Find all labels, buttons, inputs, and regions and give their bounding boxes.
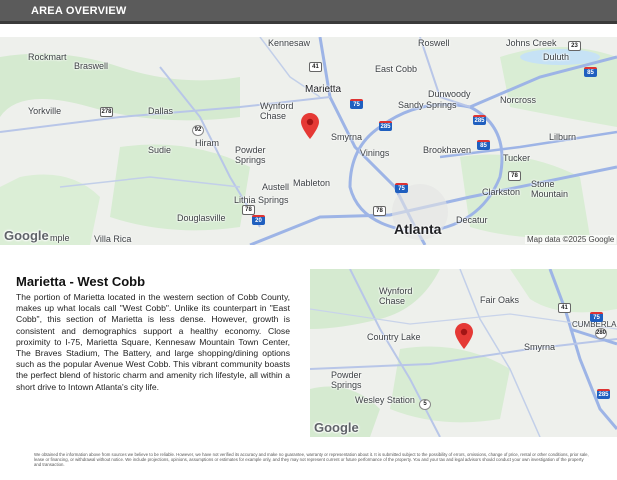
area-map-small[interactable]: WynfordChase Fair Oaks CUMBERLAN Country… — [310, 269, 617, 437]
map-label-atlanta: Atlanta — [394, 221, 442, 237]
route-shield-285-west: 285 — [379, 121, 392, 131]
small-map-label-wesley-station: Wesley Station — [355, 395, 415, 405]
small-map-label-smyrna: Smyrna — [524, 342, 556, 352]
route-shield-78-east: 78 — [508, 171, 521, 181]
map-label-stone-mountain: Stone Mountain — [531, 179, 569, 199]
route-shield-78-west: 78 — [242, 205, 255, 215]
map-label-roswell: Roswell — [418, 38, 450, 48]
route-shield-23: 23 — [568, 41, 581, 51]
route-shield-92: 92 — [192, 125, 204, 136]
small-route-shield-75: 75 — [590, 312, 603, 322]
small-map-label-powder-springs: Powder Springs — [331, 370, 362, 390]
map-label-mableton: Mableton — [293, 178, 331, 188]
header-bar: AREA OVERVIEW — [0, 0, 617, 24]
map-label-douglasville: Douglasville — [177, 213, 226, 223]
map-label-rockmart: Rockmart — [28, 52, 67, 62]
section-body: The portion of Marietta located in the w… — [16, 292, 290, 392]
map-label-tucker: Tucker — [503, 153, 531, 163]
section-title: Marietta - West Cobb — [16, 274, 146, 289]
location-pin-icon[interactable] — [455, 323, 473, 349]
route-shield-20: 20 — [252, 215, 265, 225]
map-label-east-cobb: East Cobb — [375, 64, 418, 74]
route-shield-78-center: 78 — [373, 206, 386, 216]
map-label-decatur: Decatur — [456, 215, 488, 225]
small-map-label-country-lake: Country Lake — [367, 332, 421, 342]
location-pin-icon[interactable] — [301, 113, 319, 139]
area-map-large[interactable]: Kennesaw Roswell Johns Creek Rockmart Br… — [0, 37, 617, 245]
map-label-marietta: Marietta — [305, 84, 342, 95]
small-route-shield-5: 5 — [419, 399, 431, 410]
map-label-wynford-chase: Wynford Chase — [260, 101, 294, 121]
map-label-temple: mple — [50, 233, 70, 243]
page-title: AREA OVERVIEW — [31, 5, 127, 17]
map-label-braswell: Braswell — [74, 61, 109, 71]
map-label-sudie: Sudie — [148, 145, 172, 155]
small-route-shield-41: 41 — [558, 303, 571, 313]
map-label-villa-rica: Villa Rica — [94, 234, 132, 244]
map-label-norcross: Norcross — [500, 95, 537, 105]
map-label-duluth: Duluth — [543, 52, 570, 62]
google-logo: Google — [4, 228, 49, 243]
map-label-sandy-springs: Sandy Springs — [398, 100, 457, 110]
map-label-johns-creek: Johns Creek — [506, 38, 557, 48]
route-shield-75-north: 75 — [350, 99, 363, 109]
map-label-powder-springs: Powder Springs — [235, 145, 266, 165]
map-label-vinings: Vinings — [360, 148, 390, 158]
map-label-lilburn: Lilburn — [549, 132, 577, 142]
route-shield-285-east: 285 — [473, 115, 486, 125]
map-small-canvas — [310, 269, 617, 437]
map-label-yorkville: Yorkville — [28, 106, 62, 116]
small-route-shield-285: 285 — [597, 389, 610, 399]
google-logo: Google — [314, 420, 359, 435]
disclaimer-text: We obtained the information above from s… — [34, 452, 589, 467]
map-label-lithia-springs: Lithia Springs — [234, 195, 289, 205]
route-shield-278: 278 — [100, 107, 113, 117]
map-label-austell: Austell — [262, 182, 290, 192]
map-label-kennesaw: Kennesaw — [268, 38, 311, 48]
map-label-brookhaven: Brookhaven — [423, 145, 472, 155]
map-label-hiram: Hiram — [195, 138, 219, 148]
map-label-dallas: Dallas — [148, 106, 174, 116]
route-shield-85-south: 85 — [477, 140, 490, 150]
map-label-smyrna: Smyrna — [331, 132, 363, 142]
small-map-label-fair-oaks: Fair Oaks — [480, 295, 520, 305]
route-shield-85-north: 85 — [584, 67, 597, 77]
route-shield-75-south: 75 — [395, 183, 408, 193]
map-attribution[interactable]: Map data ©2025 Google — [525, 235, 617, 244]
small-route-shield-280: 280 — [595, 328, 607, 339]
small-map-label-wynford-chase: Wynford Chase — [379, 286, 413, 306]
route-shield-41: 41 — [309, 62, 322, 72]
map-label-dunwoody: Dunwoody — [428, 89, 471, 99]
map-label-clarkston: Clarkston — [482, 187, 521, 197]
